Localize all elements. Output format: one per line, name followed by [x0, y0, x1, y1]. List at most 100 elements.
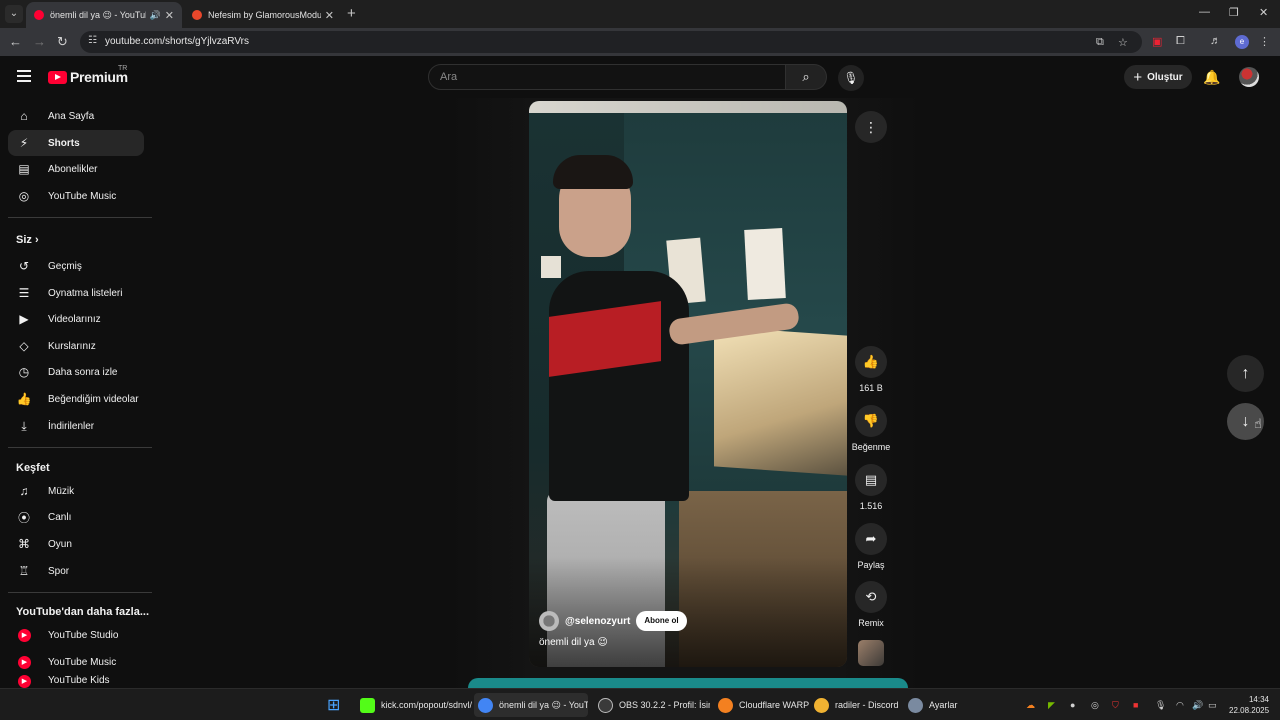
comments-button[interactable]: ▤ 1.516: [850, 464, 892, 511]
search-icon[interactable]: ⌕: [786, 64, 827, 90]
sidebar-item-label: Ana Sayfa: [48, 110, 95, 122]
sidebar-heading-explore: Keşfet: [16, 462, 50, 474]
taskbar-app-obs[interactable]: OBS 30.2.2 - Profil: İsimsi: [594, 693, 710, 717]
microphone-tray-icon[interactable]: 🎙: [1155, 700, 1166, 711]
sidebar-item-youtube-kids[interactable]: ▶ YouTube Kids: [8, 675, 144, 688]
volume-icon[interactable]: 🔊: [1192, 700, 1203, 711]
video-scene: [529, 101, 847, 113]
address-bar[interactable]: ☷ youtube.com/shorts/gYjlvzaRVrs ⧉ ☆: [80, 31, 1142, 53]
country-code: TR: [118, 65, 128, 72]
sidebar-item-label: YouTube Music: [48, 656, 117, 668]
sidebar-item-watch-later[interactable]: ◷ Daha sonra izle: [8, 359, 144, 385]
bookmark-star-icon[interactable]: ☆: [1118, 36, 1128, 49]
reload-icon[interactable]: ↻: [57, 34, 68, 50]
youtube-premium-logo[interactable]: Premium TR: [48, 65, 128, 85]
obs-tray-icon[interactable]: ◎: [1091, 700, 1099, 711]
sidebar-item-youtube-music[interactable]: ◎ YouTube Music: [8, 183, 144, 209]
tray-shield-icon[interactable]: ⛉: [1112, 700, 1119, 711]
media-control-icon[interactable]: ♬: [1210, 35, 1221, 47]
speaker-icon[interactable]: 🔊: [150, 10, 161, 21]
sidebar-item-gaming[interactable]: ⌘ Oyun: [8, 531, 144, 557]
shorts-video-player[interactable]: [529, 101, 847, 667]
windows-start-icon[interactable]: ⊞: [327, 695, 340, 715]
clock-time: 14:34: [1248, 695, 1269, 704]
liked-videos-icon: 👍: [16, 392, 32, 406]
close-tab-icon[interactable]: ✕: [165, 9, 174, 22]
previous-short-arrow-up-icon[interactable]: ↑: [1227, 355, 1264, 392]
sidebar-item-history[interactable]: ↺ Geçmiş: [8, 253, 144, 279]
browser-tab-youtube[interactable]: önemli dil ya 😉 - YouTube 🔊 ✕: [26, 2, 182, 28]
channel-avatar[interactable]: [539, 611, 559, 631]
short-caption[interactable]: önemli dil ya 😉: [539, 637, 608, 648]
sidebar-item-downloads[interactable]: ⤓ İndirilenler: [8, 413, 144, 439]
sidebar-heading-more-from-youtube: YouTube'dan daha fazla...: [16, 606, 149, 618]
browser-profile-avatar[interactable]: e: [1235, 35, 1249, 49]
sidebar-item-sports[interactable]: ♖ Spor: [8, 558, 144, 584]
taskbar-clock[interactable]: 14:34 22.08.2025: [1229, 694, 1269, 716]
close-tab-icon[interactable]: ✕: [325, 9, 334, 22]
sidebar-item-label: Shorts: [48, 137, 80, 149]
sidebar-item-youtube-studio[interactable]: ▶ YouTube Studio: [8, 622, 144, 648]
sidebar-item-home[interactable]: ⌂ Ana Sayfa: [8, 103, 144, 129]
kick-app-icon: [360, 697, 375, 713]
sidebar-item-liked-videos[interactable]: 👍 Beğendiğim videolar: [8, 386, 144, 412]
share-button[interactable]: ➦ Paylaş: [850, 523, 892, 570]
notifications-bell-icon[interactable]: 🔔: [1203, 69, 1220, 86]
sidebar-item-live[interactable]: ⦿ Canlı: [8, 504, 144, 530]
sidebar-heading-you[interactable]: Siz ›: [16, 234, 39, 246]
browser-menu-icon[interactable]: ⋮: [1259, 35, 1270, 48]
sidebar-item-music[interactable]: ♫ Müzik: [8, 478, 144, 504]
taskbar-app-chrome[interactable]: önemli dil ya 😉 - YouT: [474, 693, 588, 717]
tray-red-app-icon[interactable]: ■: [1133, 700, 1138, 710]
extensions-puzzle-icon[interactable]: ⧠: [1176, 35, 1185, 48]
account-avatar[interactable]: [1239, 67, 1259, 87]
sidebar-item-your-videos[interactable]: ▶ Videolarınız: [8, 306, 144, 332]
install-app-icon[interactable]: ⧉: [1096, 36, 1104, 49]
remix-icon: ⟲: [855, 581, 887, 613]
sidebar-item-courses[interactable]: ◇ Kurslarınız: [8, 333, 144, 359]
site-info-icon[interactable]: ☷: [88, 35, 97, 46]
youtube-play-icon: [48, 70, 67, 84]
like-button[interactable]: 👍 161 B: [850, 346, 892, 393]
tray-circle-icon[interactable]: ●: [1070, 700, 1075, 710]
search-input[interactable]: Ara: [428, 64, 786, 90]
audio-track-thumbnail[interactable]: [858, 640, 884, 666]
taskbar-app-discord[interactable]: radiler - Discord: [810, 693, 903, 717]
taskbar-app-cloudflare-warp[interactable]: Cloudflare WARP: [714, 693, 813, 717]
create-button[interactable]: + Oluştur: [1124, 65, 1192, 89]
extension-red-icon[interactable]: ▣: [1152, 35, 1162, 48]
remix-button[interactable]: ⟲ Remix: [850, 581, 892, 628]
dislike-button[interactable]: 👎 Beğenme: [850, 405, 892, 452]
live-icon: ⦿: [17, 510, 30, 525]
taskbar-app-kick[interactable]: kick.com/popout/sdnvl/: [356, 693, 476, 717]
voice-search-icon[interactable]: 🎙: [838, 65, 864, 91]
wifi-icon[interactable]: ◠: [1176, 700, 1184, 711]
dislike-label: Beğenme: [851, 442, 891, 452]
obs-app-icon: [598, 697, 613, 713]
nvidia-tray-icon[interactable]: ◤: [1048, 700, 1055, 711]
sidebar-item-subscriptions[interactable]: ▤ Abonelikler: [8, 156, 144, 182]
subscribe-button[interactable]: Abone ol: [636, 611, 687, 631]
taskbar-app-settings[interactable]: Ayarlar: [904, 693, 961, 717]
heading-text: Siz: [16, 234, 32, 246]
restore-icon[interactable]: ❐: [1229, 6, 1239, 19]
more-options-icon[interactable]: ⋮: [855, 111, 887, 143]
sidebar-item-playlists[interactable]: ☰ Oynatma listeleri: [8, 280, 144, 306]
sidebar-item-youtube-music-app[interactable]: ▶ YouTube Music: [8, 649, 144, 675]
sidebar-item-label: Spor: [48, 565, 70, 577]
sidebar-item-shorts[interactable]: ⚡ Shorts: [8, 130, 144, 156]
battery-icon[interactable]: ▭: [1208, 700, 1217, 711]
window-close-icon[interactable]: ✕: [1259, 6, 1268, 19]
cloudflare-tray-icon[interactable]: ☁: [1026, 700, 1035, 711]
minimize-icon[interactable]: —: [1199, 6, 1210, 18]
browser-tab-nefesim[interactable]: Nefesim by GlamorousModulat ✕: [184, 2, 342, 28]
forward-icon[interactable]: →: [33, 34, 46, 49]
channel-name[interactable]: @selenozyurt: [565, 616, 630, 627]
windows-taskbar: ⊞ kick.com/popout/sdnvl/ önemli dil ya 😉…: [0, 688, 1280, 720]
new-tab-icon[interactable]: +: [347, 5, 356, 22]
youtube-music-red-icon: ▶: [18, 655, 31, 669]
chevron-right-icon: ›: [34, 234, 39, 246]
back-icon[interactable]: ←: [9, 34, 22, 49]
menu-icon[interactable]: [17, 70, 31, 82]
tab-search-icon[interactable]: ⌄: [5, 5, 23, 23]
